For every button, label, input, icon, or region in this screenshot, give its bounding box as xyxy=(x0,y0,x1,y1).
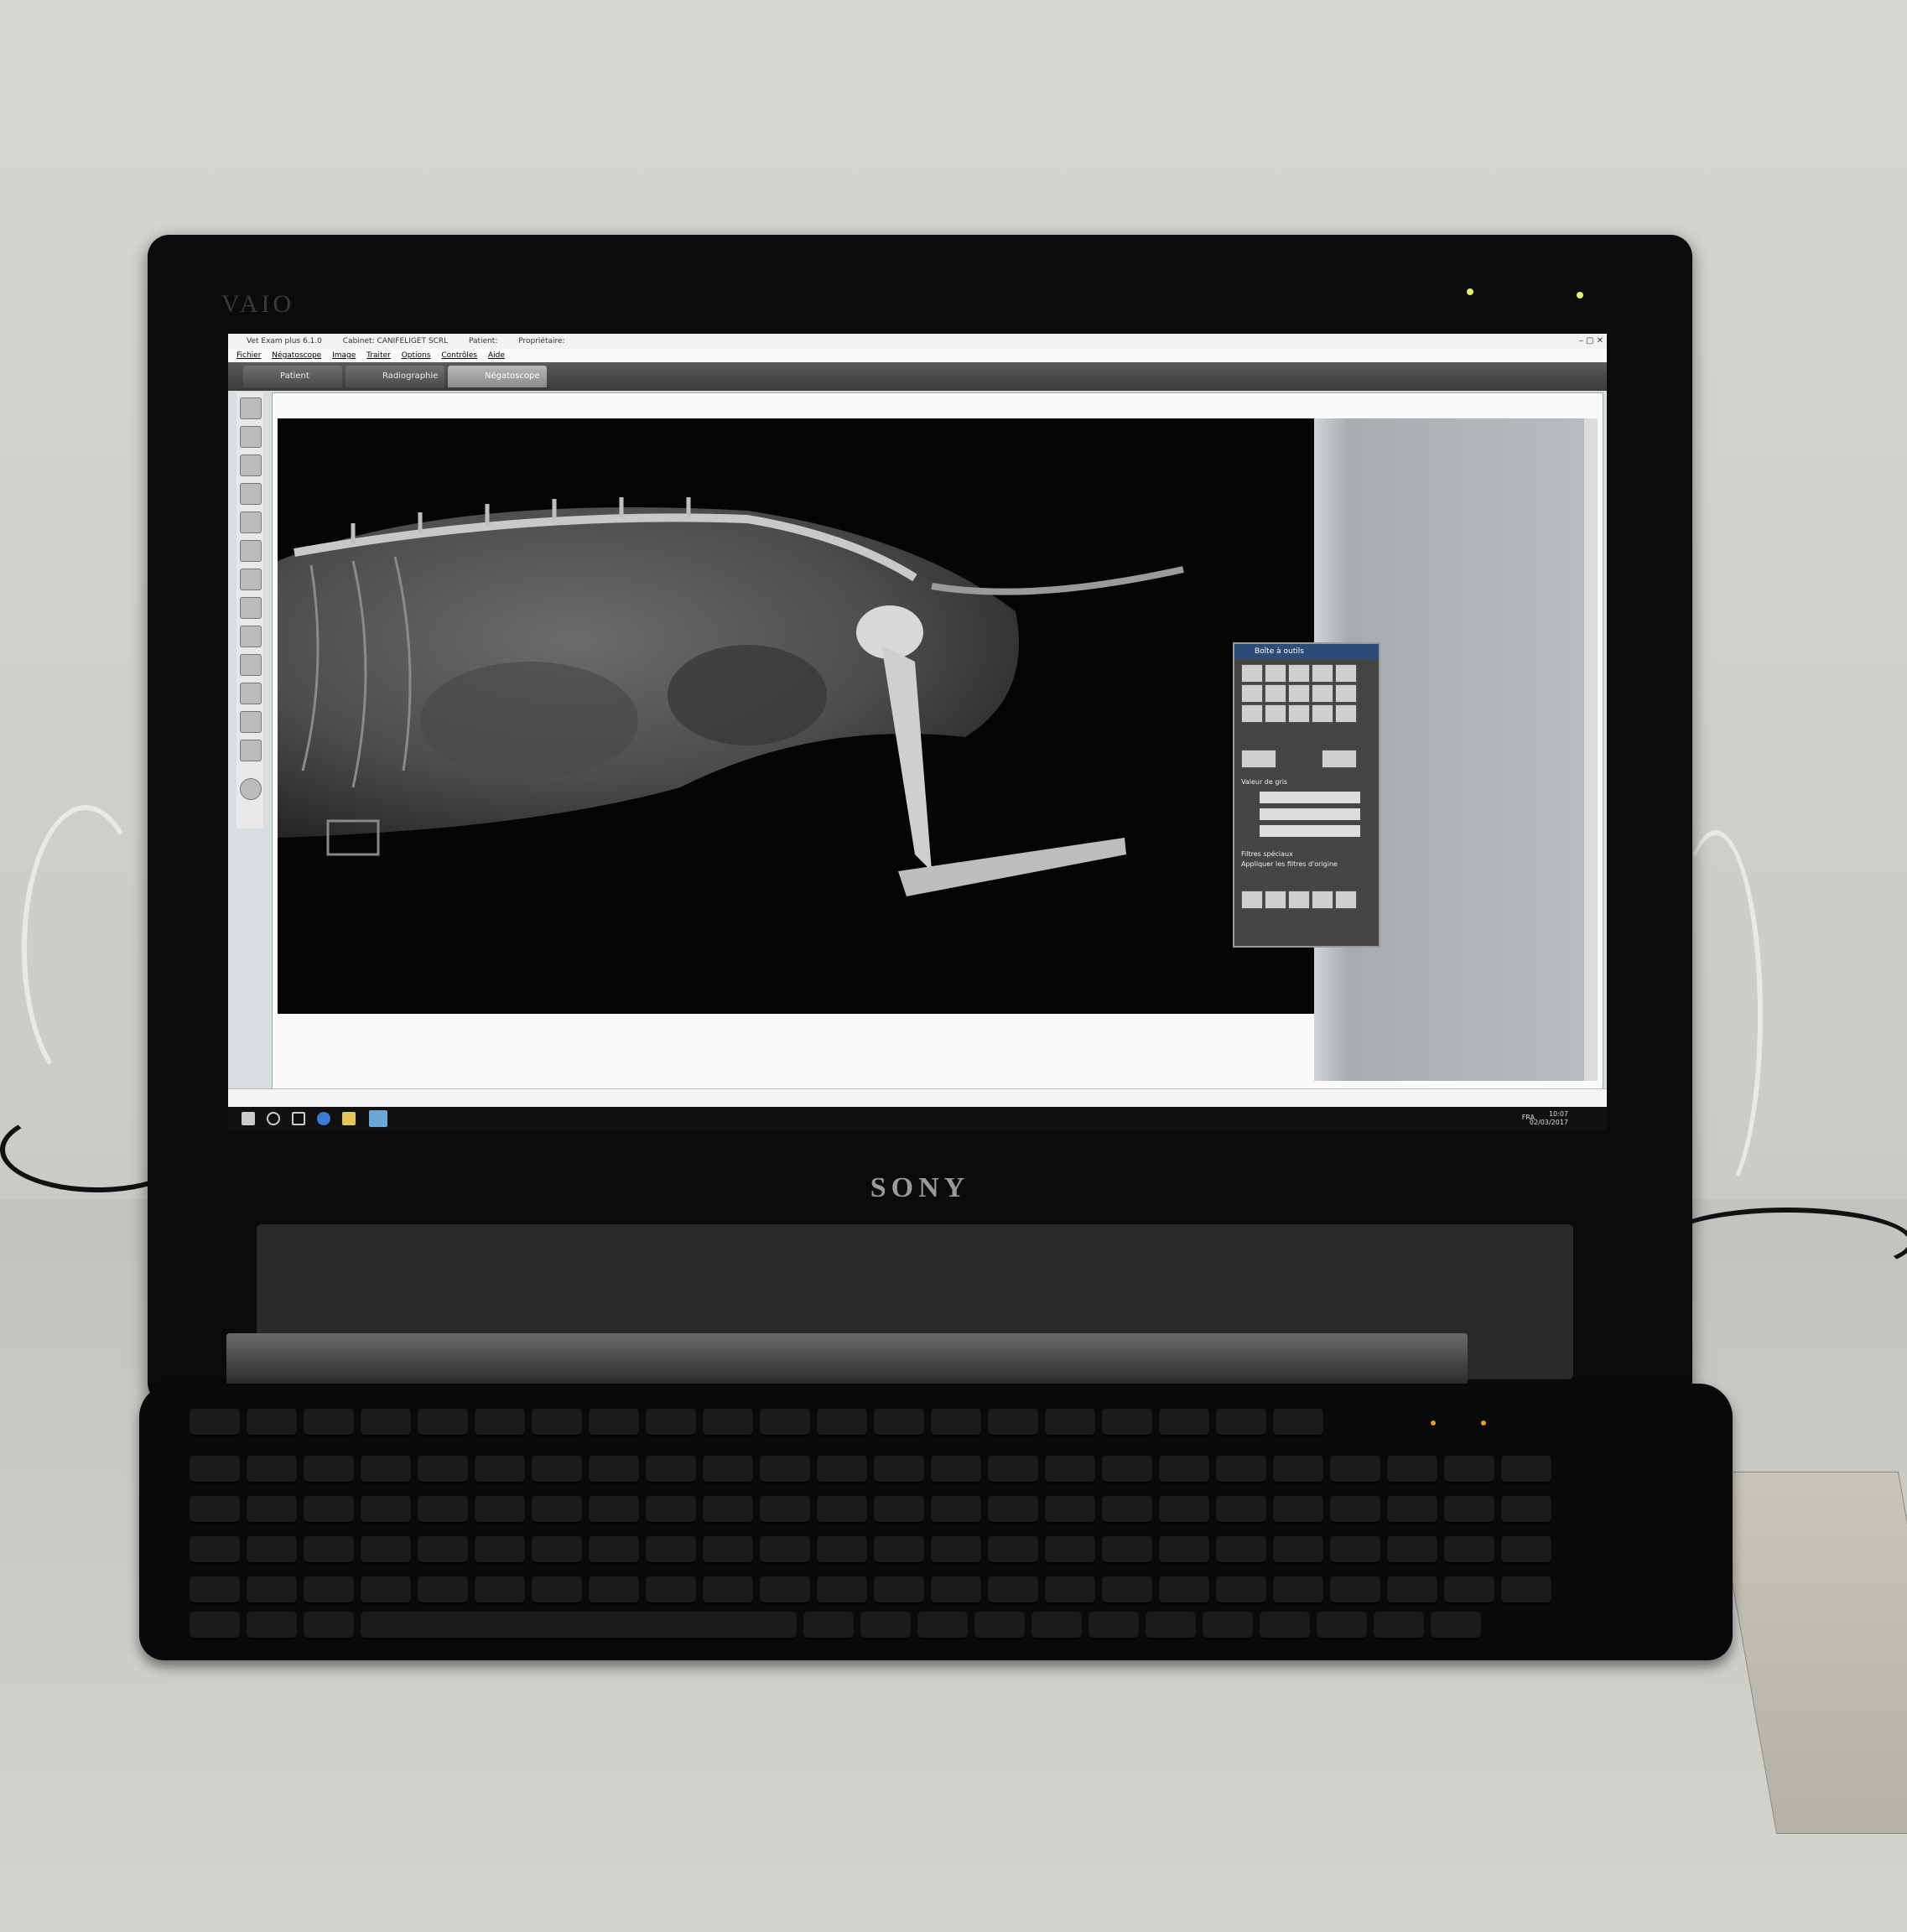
gray-slider-1[interactable] xyxy=(1260,792,1360,803)
key-row-space xyxy=(190,1612,1481,1640)
zoom-icon[interactable] xyxy=(240,569,262,590)
document-window xyxy=(272,392,1603,1090)
caps-lock-led xyxy=(1481,1420,1486,1426)
menu-traiter[interactable]: Traiter xyxy=(366,351,391,360)
filters-label: Filtres spéciaux xyxy=(1241,850,1293,858)
title-app: Vet Exam plus 6.1.0 xyxy=(247,337,322,345)
crop-icon[interactable] xyxy=(1288,704,1310,723)
status-led xyxy=(1577,292,1583,299)
pen-icon[interactable] xyxy=(240,597,262,619)
filter-icon[interactable] xyxy=(1265,684,1286,703)
key-row-1 xyxy=(190,1456,1551,1484)
hand-icon[interactable] xyxy=(240,540,262,562)
apply-filters-checkbox[interactable]: Appliquer les filtres d'origine xyxy=(1241,860,1338,868)
language-indicator[interactable]: FRA xyxy=(1522,1114,1535,1122)
filter-preset-3-icon[interactable] xyxy=(1288,891,1310,909)
text-icon[interactable] xyxy=(1312,684,1333,703)
keyboard-tray xyxy=(226,1333,1468,1385)
gray-value-label: Valeur de gris xyxy=(1241,778,1288,786)
angle-icon[interactable] xyxy=(1241,684,1263,703)
rotate-icon[interactable] xyxy=(1312,664,1333,683)
vaio-logo: VAIO xyxy=(221,290,295,318)
menu-negatoscope[interactable]: Négatoscope xyxy=(272,351,321,360)
title-clinic: Cabinet: CANIFELIGET SCRL xyxy=(342,337,449,345)
menu-fichier[interactable]: Fichier xyxy=(236,351,261,360)
status-bar xyxy=(228,1088,1607,1108)
start-icon[interactable] xyxy=(242,1112,255,1125)
menu-aide[interactable]: Aide xyxy=(488,351,505,360)
title-owner: Propriétaire: xyxy=(518,337,565,345)
key-row-function xyxy=(190,1409,1323,1437)
marker-icon[interactable] xyxy=(1265,704,1286,723)
sony-logo: SONY xyxy=(870,1172,970,1203)
left-toolbar xyxy=(236,392,263,828)
window-controls[interactable]: – ▢ ✕ xyxy=(1579,334,1603,349)
search-icon[interactable] xyxy=(267,1112,280,1125)
close-icon[interactable] xyxy=(240,626,262,647)
tab-patient[interactable]: Patient xyxy=(243,366,342,387)
keyboard xyxy=(139,1384,1733,1660)
menu-bar: Fichier Négatoscope Image Traiter Option… xyxy=(228,349,1607,362)
xray-radiograph xyxy=(278,497,1184,896)
menu-controles[interactable]: Contrôles xyxy=(441,351,477,360)
ruler-icon[interactable] xyxy=(240,683,262,704)
xray-image[interactable] xyxy=(278,418,1314,1014)
lock-icon[interactable] xyxy=(240,711,262,733)
system-tray: FRA 10:07 02/03/2017 xyxy=(1522,1110,1568,1127)
filter-preset-1-icon[interactable] xyxy=(1241,891,1263,909)
gray-slider-2[interactable] xyxy=(1260,808,1360,820)
key-row-4 xyxy=(190,1576,1551,1605)
filter-preset-2-icon[interactable] xyxy=(1265,891,1286,909)
flip-icon[interactable] xyxy=(1335,664,1357,683)
stack-icon[interactable] xyxy=(240,654,262,676)
key-row-2 xyxy=(190,1496,1551,1524)
monitor: VAIO Vet Exam plus 6.1.0 Cabinet: CANIFE… xyxy=(148,235,1692,1405)
contrast-icon[interactable] xyxy=(1265,664,1286,683)
tab-radiographie[interactable]: Radiographie xyxy=(346,366,444,387)
export-icon[interactable] xyxy=(240,740,262,761)
brightness-icon[interactable] xyxy=(1241,664,1263,683)
app-title-bar: Vet Exam plus 6.1.0 Cabinet: CANIFELIGET… xyxy=(228,334,1607,349)
taskbar: FRA 10:07 02/03/2017 xyxy=(228,1107,1607,1130)
save-icon[interactable] xyxy=(240,426,262,448)
menu-options[interactable]: Options xyxy=(402,351,431,360)
cable-right-black xyxy=(1660,1208,1907,1276)
undo-icon[interactable] xyxy=(1241,750,1276,768)
browser-icon[interactable] xyxy=(317,1112,330,1125)
vertical-scrollbar[interactable] xyxy=(1584,418,1598,1081)
grid-icon[interactable] xyxy=(240,483,262,505)
tab-bar: Patient Radiographie Négatoscope xyxy=(228,362,1607,391)
screen: Vet Exam plus 6.1.0 Cabinet: CANIFELIGET… xyxy=(228,334,1607,1130)
redo-icon[interactable] xyxy=(1322,750,1357,768)
vet-app-icon[interactable] xyxy=(369,1110,387,1127)
layout-icon[interactable] xyxy=(240,454,262,476)
measure-icon[interactable] xyxy=(1335,684,1357,703)
palette-title: Boîte à outils xyxy=(1234,644,1379,659)
filter-preset-5-icon[interactable] xyxy=(1335,891,1357,909)
open-icon[interactable] xyxy=(240,397,262,419)
color-icon[interactable] xyxy=(1288,684,1310,703)
invert-icon[interactable] xyxy=(1288,664,1310,683)
folder-icon[interactable] xyxy=(342,1112,356,1125)
task-view-icon[interactable] xyxy=(292,1112,305,1125)
clock-date: 02/03/2017 xyxy=(1529,1119,1568,1126)
power-led xyxy=(1467,288,1473,295)
print-icon[interactable] xyxy=(240,512,262,533)
num-lock-led xyxy=(1431,1420,1436,1426)
gray-slider-3[interactable] xyxy=(1260,825,1360,837)
key-row-3 xyxy=(190,1536,1551,1565)
tool-palette: Boîte à outils Valeur de gris Filtres sp… xyxy=(1233,642,1380,948)
filter-preset-4-icon[interactable] xyxy=(1312,891,1333,909)
menu-image[interactable]: Image xyxy=(332,351,356,360)
globe-icon[interactable] xyxy=(240,778,262,800)
arrow-icon[interactable] xyxy=(1241,704,1263,723)
tab-negatoscope[interactable]: Négatoscope xyxy=(448,366,547,387)
title-patient: Patient: xyxy=(469,337,501,345)
paste-icon[interactable] xyxy=(1335,704,1357,723)
copy-icon[interactable] xyxy=(1312,704,1333,723)
clock-time: 10:07 xyxy=(1548,1110,1568,1118)
cable-left xyxy=(22,805,149,1092)
